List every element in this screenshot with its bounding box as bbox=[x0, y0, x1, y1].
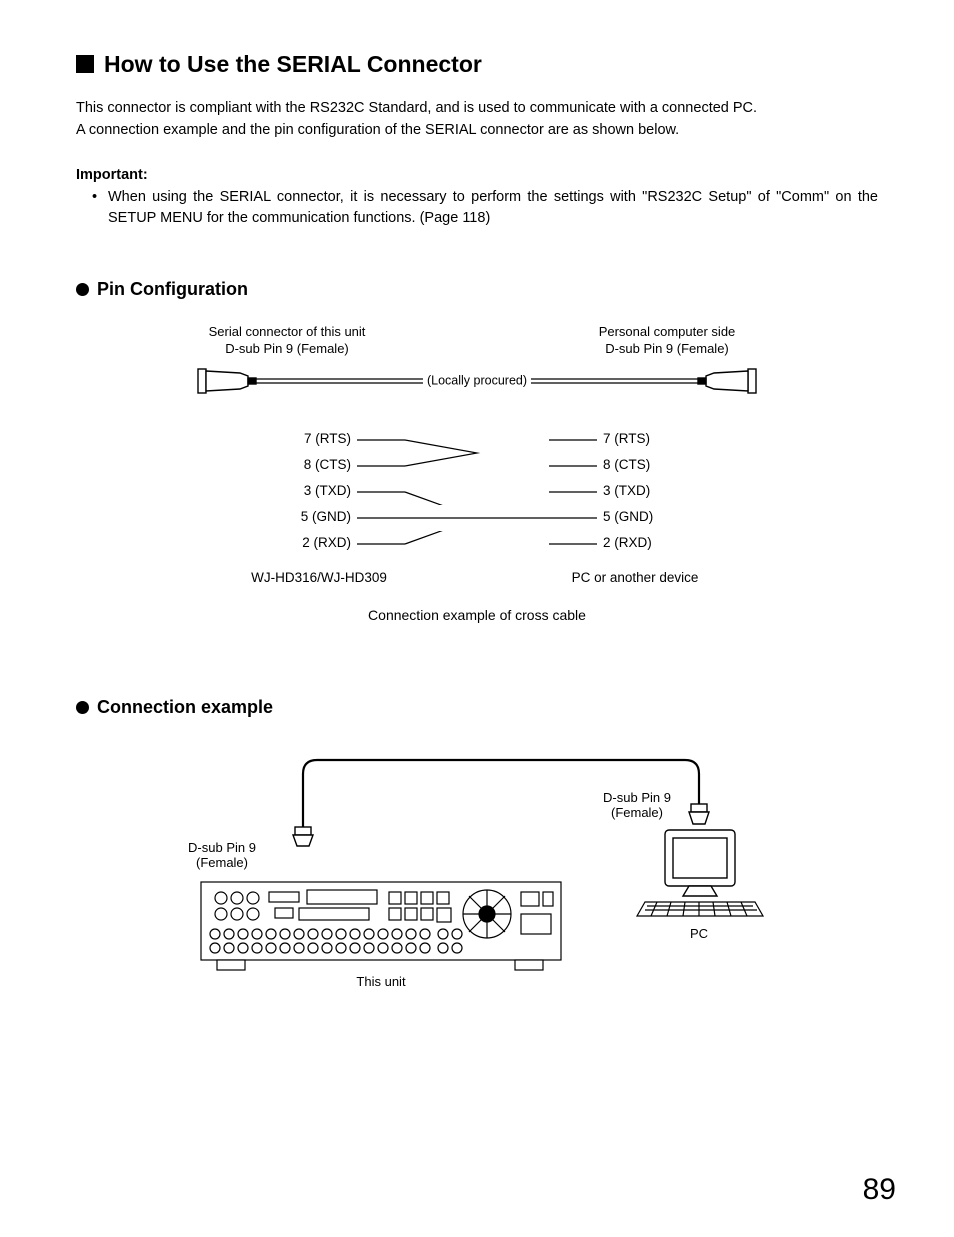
intro-line-2: A connection example and the pin configu… bbox=[76, 120, 878, 140]
important-block: Important: When using the SERIAL connect… bbox=[76, 165, 878, 229]
section-heading: How to Use the SERIAL Connector bbox=[76, 48, 878, 80]
subsection-title: Pin Configuration bbox=[97, 277, 248, 302]
example-right-label-1: D-sub Pin 9 bbox=[603, 790, 671, 805]
wire-icon bbox=[357, 479, 597, 505]
locally-procured-label: (Locally procured) bbox=[423, 372, 531, 390]
pin-right-1: 7 (RTS) bbox=[597, 430, 687, 449]
important-label: Important: bbox=[76, 165, 878, 185]
pin-right-5: 2 (RXD) bbox=[597, 534, 687, 553]
subsection-title: Connection example bbox=[97, 695, 273, 720]
pin-left-1: 7 (RTS) bbox=[267, 430, 357, 449]
example-pc-label: PC bbox=[690, 926, 708, 941]
connector-left-label-2: D-sub Pin 9 (Female) bbox=[192, 341, 382, 357]
example-unit-label: This unit bbox=[356, 974, 406, 989]
intro-paragraph: This connector is compliant with the RS2… bbox=[76, 98, 878, 141]
pin-right-2: 8 (CTS) bbox=[597, 456, 687, 475]
connector-right-label-1: Personal computer side bbox=[572, 324, 762, 340]
connection-example-svg: D-sub Pin 9 (Female) D-sub Pin 9 (Female… bbox=[157, 742, 797, 1002]
connection-example-diagram: D-sub Pin 9 (Female) D-sub Pin 9 (Female… bbox=[157, 742, 797, 1008]
subsection-heading: Connection example bbox=[76, 695, 878, 720]
section-title: How to Use the SERIAL Connector bbox=[104, 48, 482, 80]
wire-icon bbox=[357, 453, 597, 479]
pin-map-bottom-left: WJ-HD316/WJ-HD309 bbox=[239, 569, 399, 588]
example-left-label-2: (Female) bbox=[196, 855, 248, 870]
pin-right-3: 3 (TXD) bbox=[597, 482, 687, 501]
important-item: When using the SERIAL connector, it is n… bbox=[96, 187, 878, 229]
pin-map-bottom-right: PC or another device bbox=[555, 569, 715, 588]
circle-bullet-icon bbox=[76, 701, 89, 714]
dvr-unit-icon bbox=[201, 882, 561, 970]
pin-left-5: 2 (RXD) bbox=[267, 534, 357, 553]
pin-configuration-diagram: Serial connector of this unit D-sub Pin … bbox=[192, 324, 762, 625]
pc-monitor-icon bbox=[665, 830, 735, 896]
wire-icon bbox=[357, 531, 597, 557]
wire-icon bbox=[357, 505, 597, 531]
pin-map: 7 (RTS) 7 (RTS) 8 (CTS) 8 (CTS) 3 (TXD) bbox=[267, 427, 687, 557]
square-bullet-icon bbox=[76, 55, 94, 73]
pin-left-3: 3 (TXD) bbox=[267, 482, 357, 501]
connector-right-label-2: D-sub Pin 9 (Female) bbox=[572, 341, 762, 357]
cross-cable-caption: Connection example of cross cable bbox=[192, 606, 762, 626]
page-number: 89 bbox=[863, 1169, 896, 1211]
keyboard-icon bbox=[637, 902, 763, 916]
connector-left-label-1: Serial connector of this unit bbox=[192, 324, 382, 340]
wire-icon bbox=[357, 427, 597, 453]
pin-left-4: 5 (GND) bbox=[267, 508, 357, 527]
subsection-heading: Pin Configuration bbox=[76, 277, 878, 302]
example-left-label-1: D-sub Pin 9 bbox=[188, 840, 256, 855]
pin-left-2: 8 (CTS) bbox=[267, 456, 357, 475]
pin-right-4: 5 (GND) bbox=[597, 508, 687, 527]
intro-line-1: This connector is compliant with the RS2… bbox=[76, 98, 878, 118]
example-right-label-2: (Female) bbox=[611, 805, 663, 820]
circle-bullet-icon bbox=[76, 283, 89, 296]
